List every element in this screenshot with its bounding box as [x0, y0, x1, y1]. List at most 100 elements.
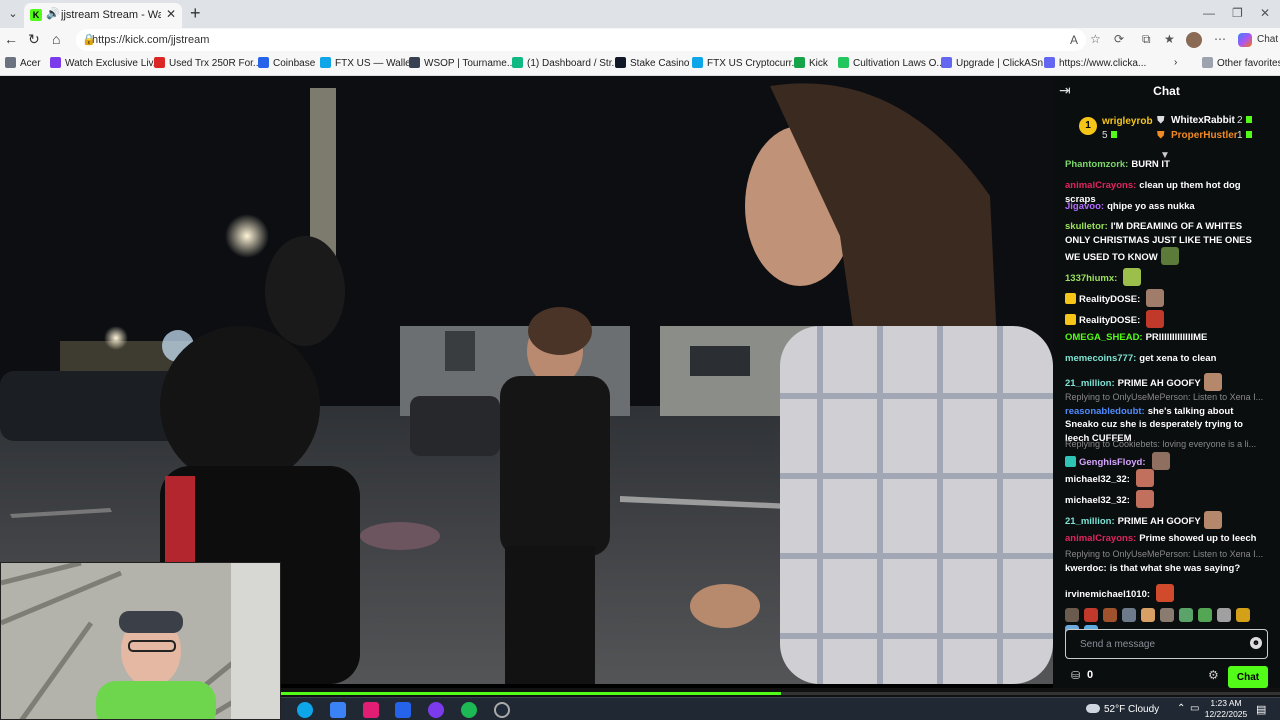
bookmark-item[interactable]: Used Trx 250R For... [154, 57, 261, 71]
top-gifter-name[interactable]: wrigleyrob [1102, 116, 1153, 127]
quick-emote-icon[interactable] [1217, 608, 1231, 622]
chat-username[interactable]: Jigavoo: [1065, 201, 1104, 212]
chat-username[interactable]: RealityDOSE: [1079, 315, 1140, 326]
third-gifter-name[interactable]: ProperHustler [1171, 130, 1238, 141]
bookmark-item[interactable]: Acer [5, 57, 41, 71]
bookmark-item[interactable]: Upgrade | ClickASn... [941, 57, 1051, 71]
bookmark-item[interactable]: (1) Dashboard / Str... [512, 57, 620, 71]
chat-username[interactable]: michael32_32: [1065, 495, 1130, 506]
quick-emote-icon[interactable] [1122, 608, 1136, 622]
notifications-icon[interactable]: ▤ [1256, 703, 1266, 716]
edge-icon[interactable] [297, 702, 313, 718]
weather-widget[interactable]: 52°F Cloudy [1086, 704, 1159, 715]
outlook-icon[interactable] [395, 702, 411, 718]
bookmark-label: Kick [809, 58, 828, 69]
chat-text: PRIIIIIIIIIIIIIME [1145, 332, 1208, 343]
bookmark-item[interactable]: FTX US — Wallet [320, 57, 414, 71]
chat-username[interactable]: kwerdoc: [1065, 563, 1107, 574]
chat-username[interactable]: animalCrayons: [1065, 533, 1136, 544]
bookmark-item[interactable]: Coinbase [258, 57, 315, 71]
spotify-icon[interactable] [461, 702, 477, 718]
emoji-picker-icon[interactable]: ☻ [1250, 637, 1262, 649]
network-icon[interactable]: ▭ [1190, 703, 1199, 714]
quick-emote-icon[interactable] [1160, 608, 1174, 622]
bookmark-favicon-icon [154, 57, 165, 68]
bookmark-item[interactable]: https://www.clicka... [1044, 57, 1146, 71]
quick-emote-icon[interactable] [1103, 608, 1117, 622]
bookmark-favicon-icon [692, 57, 703, 68]
collections-icon[interactable]: ⧉ [1142, 32, 1151, 47]
more-menu-icon[interactable]: ⋯ [1214, 32, 1226, 46]
bookmark-item[interactable]: Kick [794, 57, 828, 71]
quick-emote-icon[interactable] [1179, 608, 1193, 622]
reply-context[interactable]: Replying to Cookiebets: loving everyone … [1065, 438, 1265, 452]
chat-username[interactable]: 21_million: [1065, 378, 1115, 389]
chat-username[interactable]: skulletor: [1065, 221, 1108, 232]
tiktok-icon[interactable] [363, 702, 379, 718]
chat-username[interactable]: memecoins777: [1065, 353, 1136, 364]
copilot-icon[interactable] [1238, 33, 1252, 47]
bookmark-favicon-icon [941, 57, 952, 68]
bookmark-item[interactable]: Watch Exclusive Liv... [50, 57, 161, 71]
speaker-icon[interactable]: 🔊 [46, 7, 60, 20]
reply-context[interactable]: Replying to OnlyUseMePerson: Listen to X… [1065, 391, 1265, 405]
close-window-icon[interactable]: ✕ [1260, 6, 1270, 20]
back-icon[interactable]: ← [4, 31, 18, 47]
favorites-icon[interactable]: ★ [1164, 32, 1175, 46]
discord-icon[interactable] [428, 702, 444, 718]
video-progress-bar[interactable] [281, 688, 1280, 697]
close-tab-icon[interactable]: ✕ [166, 7, 176, 21]
refresh-icon[interactable]: ↻ [28, 31, 40, 48]
quick-emote-icon[interactable] [1236, 608, 1250, 622]
chat-username[interactable]: Phantomzork: [1065, 159, 1128, 170]
bookmark-item[interactable]: FTX US Cryptocurr... [692, 57, 800, 71]
maximize-icon[interactable]: ❐ [1232, 6, 1243, 20]
copilot-chat-label[interactable]: Chat [1257, 34, 1278, 45]
store-icon[interactable] [330, 702, 346, 718]
read-aloud-icon[interactable]: A [1070, 33, 1078, 47]
quick-emote-icon[interactable] [1141, 608, 1155, 622]
bookmark-item[interactable]: Stake Casino [615, 57, 689, 71]
send-chat-button[interactable]: Chat [1228, 666, 1268, 688]
bookmark-label: Stake Casino [630, 58, 690, 69]
quick-emote-icon[interactable] [1084, 608, 1098, 622]
bookmark-favicon-icon [409, 57, 420, 68]
more-favorites-chevron-icon[interactable]: › [1174, 57, 1177, 71]
favorite-star-icon[interactable]: ☆ [1090, 32, 1101, 46]
system-clock[interactable]: 1:23 AM 12/22/2025 [1201, 698, 1251, 720]
chat-username[interactable]: GenghisFloyd: [1079, 457, 1146, 468]
profile-avatar[interactable] [1186, 32, 1202, 48]
chat-username[interactable]: RealityDOSE: [1079, 294, 1140, 305]
chat-settings-gear-icon[interactable]: ⚙ [1208, 668, 1219, 682]
chat-input-box[interactable]: ☻ [1065, 629, 1268, 659]
bookmark-favicon-icon [794, 57, 805, 68]
quick-emote-icon[interactable] [1198, 608, 1212, 622]
chat-username[interactable]: irvinemichael1010: [1065, 589, 1150, 600]
new-tab-button[interactable]: + [190, 3, 201, 24]
chat-username[interactable]: animalCrayons: [1065, 180, 1136, 191]
chat-username[interactable]: 1337hiumx: [1065, 273, 1117, 284]
chat-username[interactable]: michael32_32: [1065, 474, 1130, 485]
minimize-icon[interactable]: — [1203, 6, 1215, 20]
chat-username[interactable]: reasonabledoubt: [1065, 406, 1145, 417]
home-icon[interactable]: ⌂ [52, 31, 60, 47]
refresh-extension-icon[interactable]: ⟳ [1114, 32, 1124, 46]
reply-context[interactable]: Replying to OnlyUseMePerson: Listen to X… [1065, 548, 1265, 562]
tab-actions-icon[interactable]: ⌄ [4, 5, 22, 23]
other-favorites[interactable]: Other favorites [1202, 57, 1280, 71]
bookmark-item[interactable]: WSOP | Tourname... [409, 57, 515, 71]
url-field[interactable]: 🔒 https://kick.com/jjstream A [76, 29, 1086, 51]
bookmark-item[interactable]: Cultivation Laws O... [838, 57, 945, 71]
chat-username[interactable]: 21_million: [1065, 516, 1115, 527]
channel-points-icon[interactable]: ⛁ [1071, 669, 1080, 682]
chat-messages[interactable]: Phantomzork: BURN IT animalCrayons: clean u… [1053, 156, 1280, 604]
tray-overflow-icon[interactable]: ⌃ [1177, 703, 1185, 714]
kick-favicon-icon: K [30, 9, 42, 21]
active-tab[interactable]: K 🔊 jjstream Stream - Watch Live ✕ [24, 3, 182, 28]
chat-message: Replying to Cookiebets: loving everyone … [1065, 438, 1265, 470]
chat-message-input[interactable] [1067, 631, 1245, 657]
second-gifter-name[interactable]: WhitexRabbit [1171, 115, 1235, 126]
chat-username[interactable]: OMEGA_SHEAD: [1065, 332, 1143, 343]
quick-emote-icon[interactable] [1065, 608, 1079, 622]
obs-icon[interactable] [494, 702, 510, 718]
